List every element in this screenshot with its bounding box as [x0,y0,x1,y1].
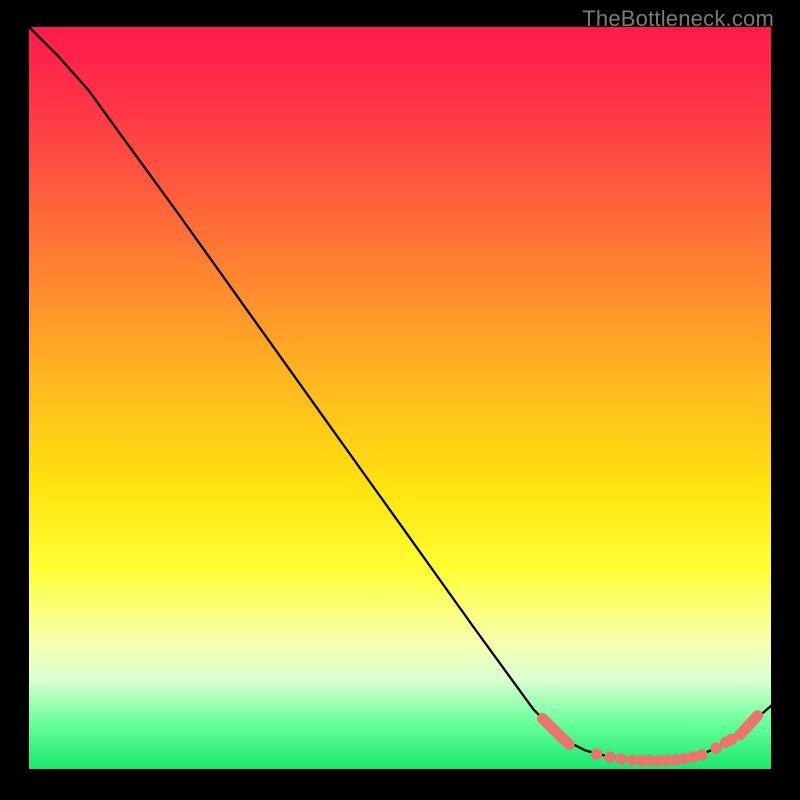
marker-pill [542,719,569,745]
curve-line [29,27,771,760]
marker-dot [726,734,736,744]
marker-dot [591,749,601,759]
marker-dot [697,750,707,760]
curve-markers [542,716,757,766]
marker-dot [616,754,626,764]
marker-dot [711,743,721,753]
marker-pill [740,716,758,735]
chart-svg [29,27,771,769]
marker-dot [605,752,615,762]
marker-dot [627,755,637,765]
